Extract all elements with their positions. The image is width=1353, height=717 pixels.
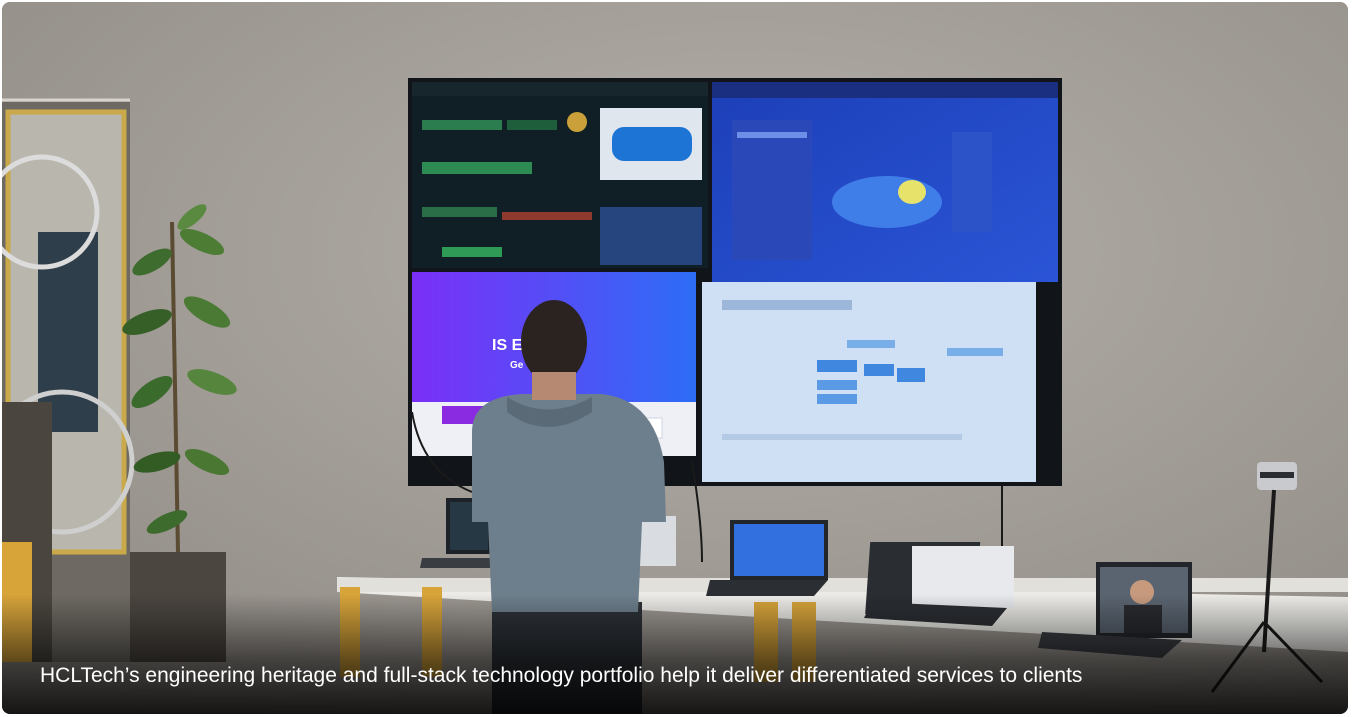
screen-chart xyxy=(702,282,1036,482)
glass-door xyxy=(2,102,135,662)
screen-subline: Ge xyxy=(510,360,524,371)
screen-dashboard xyxy=(412,82,708,268)
photo-frame: IS EV RE Ge xyxy=(2,2,1348,714)
caption-overlay xyxy=(2,594,1348,714)
screen-heatmap xyxy=(712,82,1058,282)
photo-caption: HCLTech’s engineering heritage and full-… xyxy=(40,664,1083,687)
